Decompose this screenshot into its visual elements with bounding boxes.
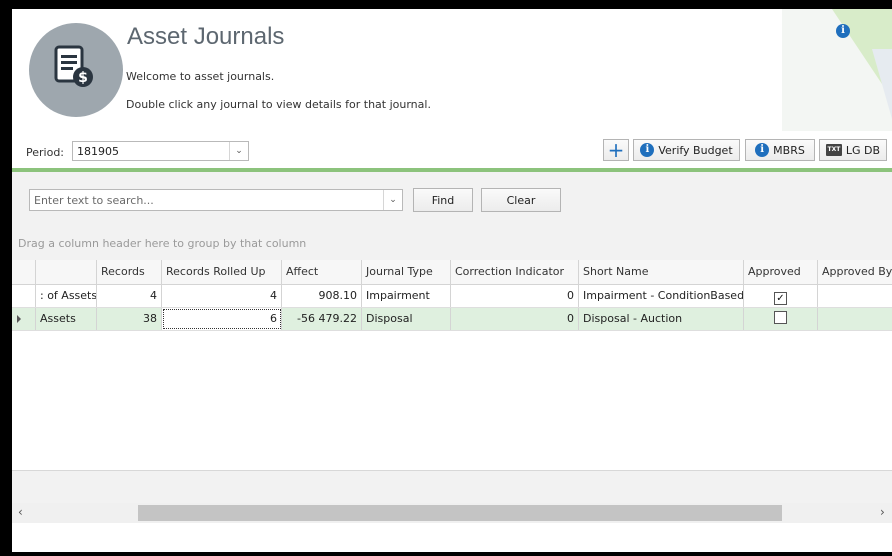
page-title: Asset Journals — [127, 23, 285, 50]
cell-approved — [744, 308, 818, 330]
row-pointer-icon — [17, 315, 21, 323]
cell-records: 38 — [97, 308, 162, 330]
scroll-left-icon[interactable]: ‹ — [18, 505, 23, 519]
cell-correction-indicator: 0 — [451, 308, 579, 330]
table-row[interactable]: Assets 38 6 -56 479.22 Disposal 0 Dispos… — [12, 308, 892, 331]
welcome-text: Welcome to asset journals. — [126, 70, 275, 83]
cell-approved: ✓ — [744, 285, 818, 307]
chevron-down-icon[interactable]: ⌄ — [229, 142, 248, 160]
column-header-records-rolled-up[interactable]: Records Rolled Up — [162, 260, 282, 284]
txt-file-icon: TXT — [825, 144, 842, 156]
column-header-name[interactable] — [36, 260, 97, 284]
approved-checkbox[interactable] — [774, 311, 787, 324]
scrollbar-thumb[interactable] — [138, 505, 782, 521]
cell-affect: 908.10 — [282, 285, 362, 307]
instruction-text: Double click any journal to view details… — [126, 98, 431, 111]
mbrs-button[interactable]: i MBRS — [745, 139, 815, 161]
row-indicator — [12, 308, 36, 330]
cell-approved-by — [818, 285, 892, 307]
approved-checkbox[interactable]: ✓ — [774, 292, 787, 305]
indicator-header — [12, 260, 36, 284]
cell-records: 4 — [97, 285, 162, 307]
cell-name: Assets — [36, 308, 97, 330]
column-header-correction-indicator[interactable]: Correction Indicator — [451, 260, 579, 284]
cell-records-rolled-up[interactable]: 6 — [162, 308, 282, 330]
cell-affect: -56 479.22 — [282, 308, 362, 330]
info-icon: i — [755, 143, 770, 157]
table-row[interactable]: : of Assets 4 4 908.10 Impairment 0 Impa… — [12, 285, 892, 308]
cell-name: : of Assets — [36, 285, 97, 307]
info-icon[interactable]: i — [836, 24, 850, 38]
grid-footer — [12, 470, 892, 505]
verify-budget-label: Verify Budget — [658, 143, 733, 157]
column-header-affect[interactable]: Affect — [282, 260, 362, 284]
group-hint: Drag a column header here to group by th… — [18, 237, 307, 250]
find-label: Find — [431, 193, 455, 207]
period-label: Period: — [26, 146, 65, 159]
cell-records-rolled-up: 4 — [162, 285, 282, 307]
column-header-records[interactable]: Records — [97, 260, 162, 284]
column-header-short-name[interactable]: Short Name — [579, 260, 744, 284]
clear-button[interactable]: Clear — [481, 188, 561, 212]
add-button[interactable]: + — [603, 139, 629, 161]
period-value: 181905 — [77, 145, 119, 158]
search-placeholder: Enter text to search... — [34, 194, 154, 207]
svg-text:$: $ — [78, 70, 88, 86]
find-button[interactable]: Find — [413, 188, 473, 212]
column-header-approved[interactable]: Approved — [744, 260, 818, 284]
cell-journal-type: Disposal — [362, 308, 451, 330]
cell-short-name: Impairment - ConditionBased — [579, 285, 744, 307]
scroll-right-icon[interactable]: › — [880, 505, 885, 519]
cell-journal-type: Impairment — [362, 285, 451, 307]
group-panel[interactable]: Drag a column header here to group by th… — [12, 228, 892, 260]
row-indicator — [12, 285, 36, 307]
mbrs-label: MBRS — [773, 143, 805, 157]
column-header-journal-type[interactable]: Journal Type — [362, 260, 451, 284]
cell-correction-indicator: 0 — [451, 285, 579, 307]
chevron-down-icon[interactable]: ⌄ — [383, 190, 402, 210]
journal-grid: Records Records Rolled Up Affect Journal… — [12, 260, 892, 466]
plus-icon: + — [607, 138, 625, 162]
bottom-area — [12, 523, 892, 552]
column-header-approved-by[interactable]: Approved By — [818, 260, 892, 284]
period-select[interactable]: 181905 ⌄ — [72, 141, 249, 161]
app-window: $ Asset Journals Welcome to asset journa… — [12, 9, 892, 552]
search-input[interactable]: Enter text to search... ⌄ — [29, 189, 403, 211]
journal-dollar-icon: $ — [29, 23, 123, 117]
horizontal-scrollbar[interactable]: ‹ › — [12, 503, 892, 523]
verify-budget-button[interactable]: i Verify Budget — [633, 139, 740, 161]
header: $ Asset Journals Welcome to asset journa… — [12, 9, 892, 131]
grid-header: Records Records Rolled Up Affect Journal… — [12, 260, 892, 285]
clear-label: Clear — [506, 193, 536, 207]
info-icon: i — [640, 143, 655, 157]
cell-short-name: Disposal - Auction — [579, 308, 744, 330]
lgdb-button[interactable]: TXT LG DB — [819, 139, 887, 161]
cell-approved-by — [818, 308, 892, 330]
search-panel: Enter text to search... ⌄ Find Clear — [12, 172, 892, 228]
lgdb-label: LG DB — [845, 143, 881, 157]
